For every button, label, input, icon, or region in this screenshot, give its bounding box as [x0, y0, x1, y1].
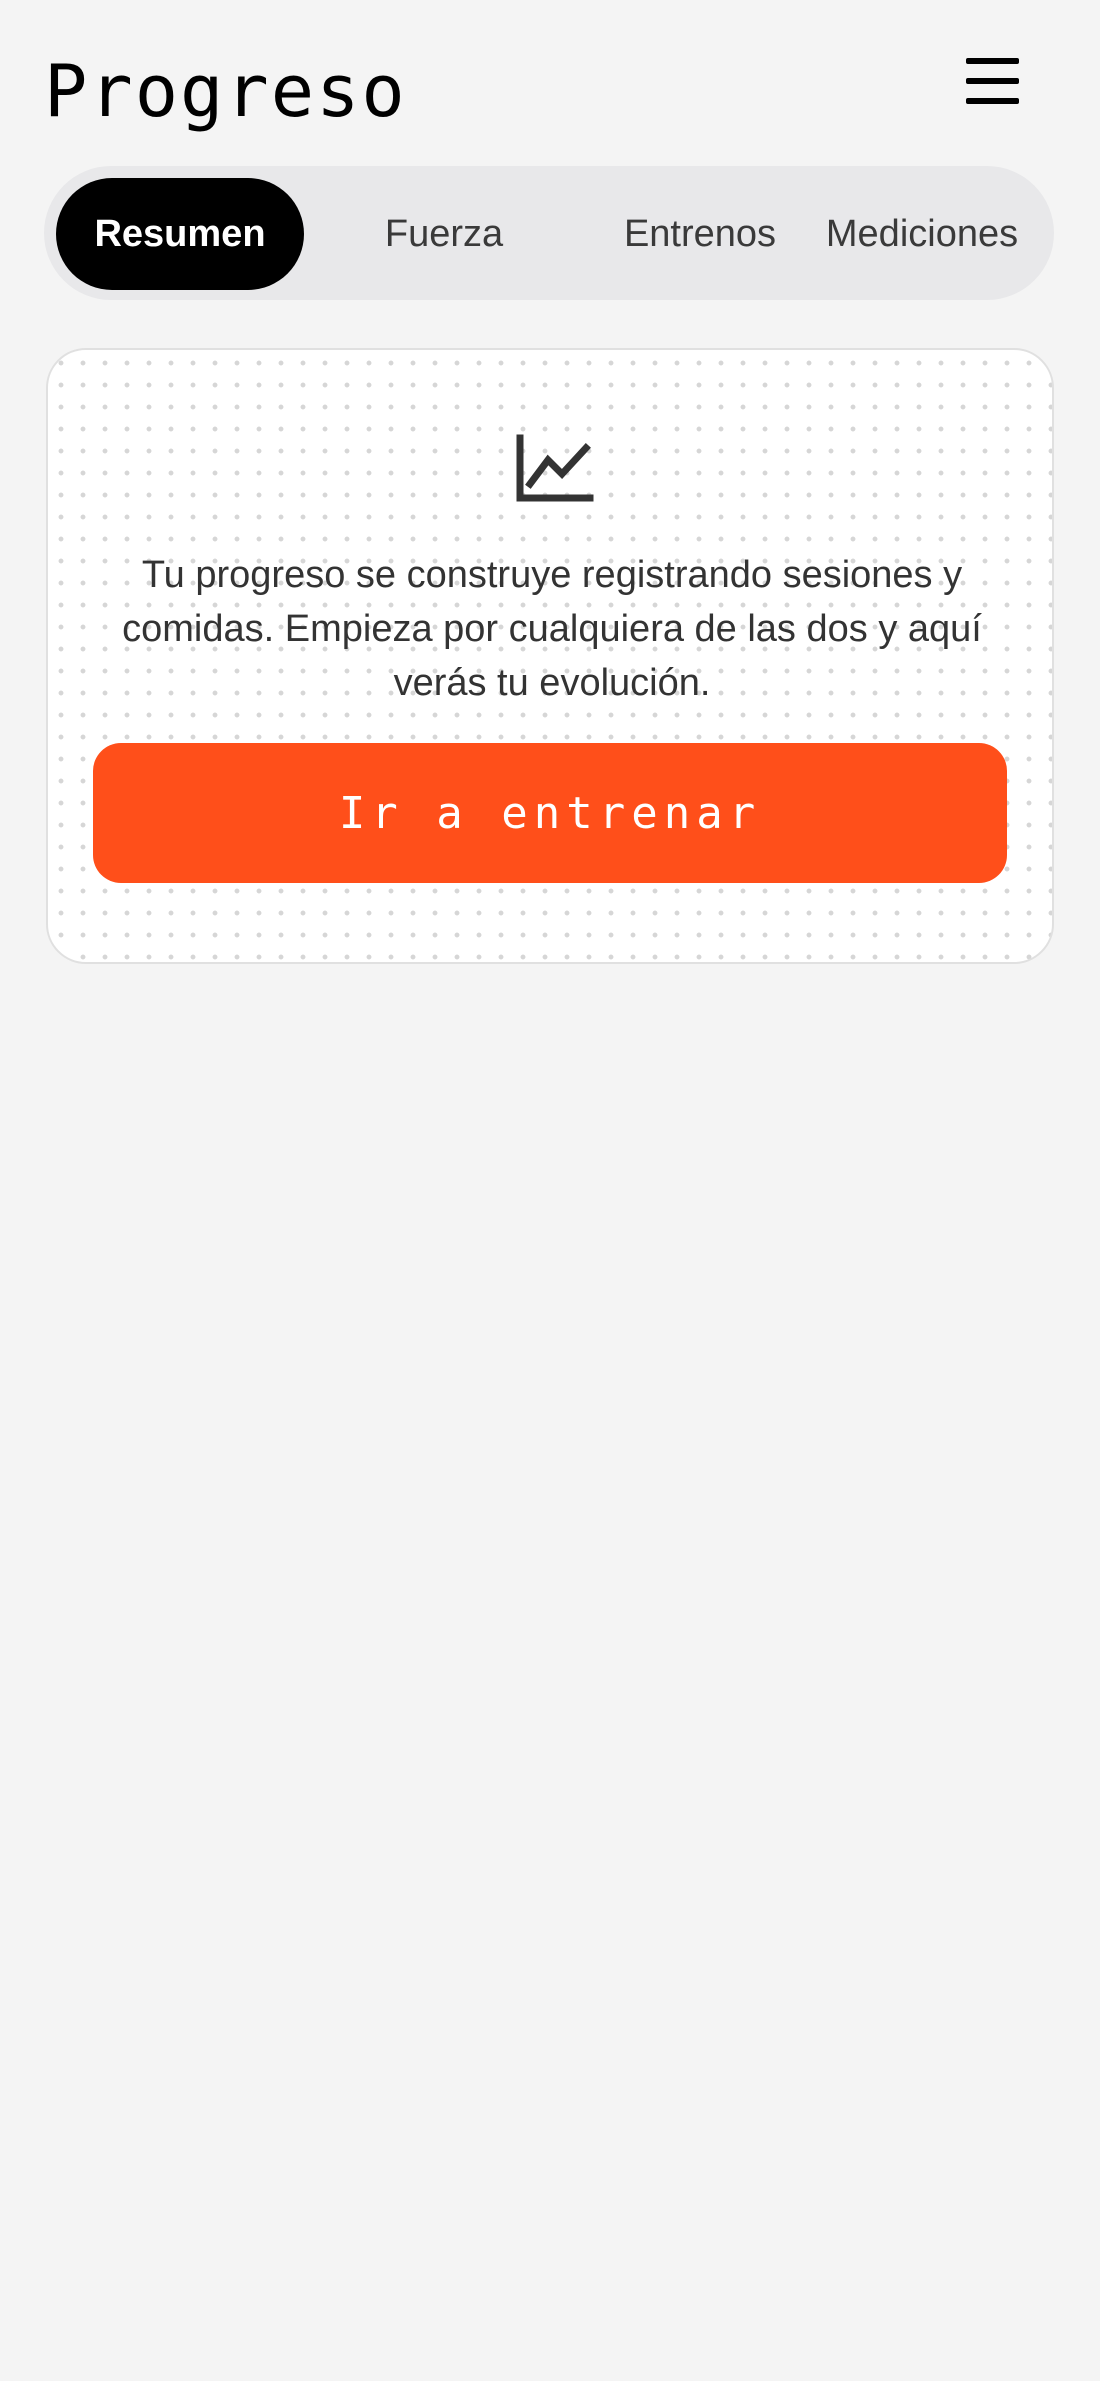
tab-resumen[interactable]: Resumen [56, 178, 304, 290]
empty-state-message: Tu progreso se construye registrando ses… [122, 554, 982, 704]
app-header: Progreso [0, 0, 1100, 170]
empty-state-card: Tu progreso se construye registrando ses… [46, 348, 1054, 964]
menu-button[interactable] [966, 58, 1026, 104]
hamburger-menu-icon [966, 58, 1019, 64]
tab-bar: Resumen Fuerza Entrenos Mediciones [44, 166, 1054, 300]
line-chart-icon [516, 434, 594, 502]
tab-entrenos[interactable]: Entrenos [580, 178, 820, 290]
tab-fuerza[interactable]: Fuerza [344, 178, 544, 290]
go-train-button[interactable]: Ir a entrenar [93, 743, 1007, 883]
tab-mediciones[interactable]: Mediciones [802, 178, 1042, 290]
page-title: Progreso [44, 49, 407, 133]
